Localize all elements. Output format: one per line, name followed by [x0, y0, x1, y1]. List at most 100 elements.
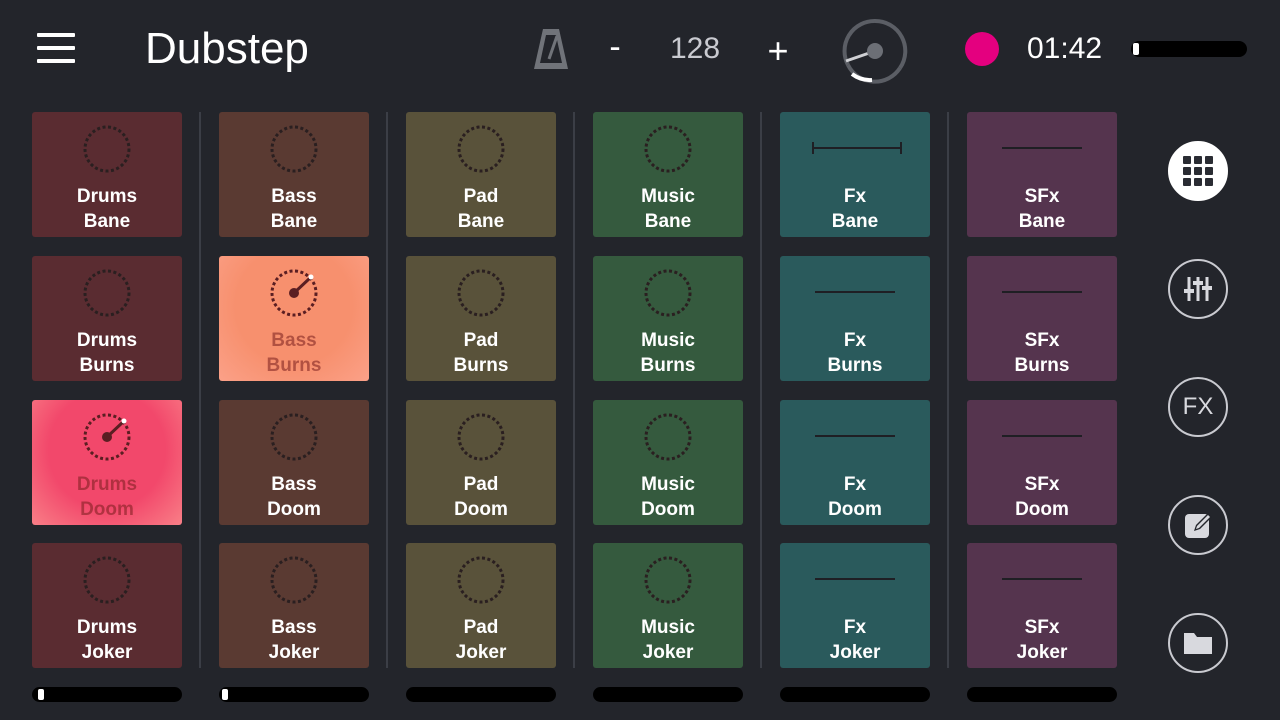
pad-label-instrument: Bass	[271, 186, 317, 207]
ring-icon	[457, 269, 505, 317]
pad-label-variant: Doom	[454, 499, 508, 520]
pad-bass-doom[interactable]: Bass Doom	[219, 400, 369, 525]
pad-sfx-doom[interactable]: SFx Doom	[967, 400, 1117, 525]
volume-slider-fx[interactable]	[780, 687, 930, 702]
volume-slider-drums[interactable]	[32, 687, 182, 702]
files-button[interactable]	[1168, 613, 1228, 673]
grid-icon	[1183, 156, 1213, 186]
pad-sfx-burns[interactable]: SFx Burns	[967, 256, 1117, 381]
pad-label-variant: Bane	[1018, 211, 1066, 232]
pad-pad-burns[interactable]: Pad Burns	[406, 256, 556, 381]
tempo-dial-icon[interactable]	[840, 16, 910, 86]
master-volume-slider[interactable]	[1131, 41, 1247, 57]
dial-icon	[270, 269, 318, 317]
dial-icon	[83, 413, 131, 461]
volume-slider-bass[interactable]	[219, 687, 369, 702]
pad-label-variant: Joker	[829, 642, 881, 663]
pad-label-instrument: SFx	[1024, 330, 1060, 351]
pad-label-variant: Bane	[644, 211, 692, 232]
pad-bass-burns[interactable]: Bass Burns	[219, 256, 369, 381]
ring-icon	[644, 556, 692, 604]
bracket-line-icon	[812, 142, 902, 154]
pad-music-burns[interactable]: Music Burns	[593, 256, 743, 381]
pad-label-instrument: Pad	[463, 186, 499, 207]
record-button[interactable]	[965, 32, 999, 66]
pad-label-variant: Doom	[267, 499, 321, 520]
pad-drums-doom[interactable]: Drums Doom	[32, 400, 182, 525]
pad-label-instrument: Drums	[76, 186, 138, 207]
pad-drums-burns[interactable]: Drums Burns	[32, 256, 182, 381]
pad-music-doom[interactable]: Music Doom	[593, 400, 743, 525]
fx-icon: FX	[1182, 393, 1214, 420]
pad-fx-bane[interactable]: Fx Bane	[780, 112, 930, 237]
ring-icon	[644, 413, 692, 461]
volume-thumb[interactable]	[37, 689, 44, 700]
edit-icon	[1185, 513, 1212, 538]
effects-button[interactable]: FX	[1168, 377, 1228, 437]
pad-label-instrument: Pad	[463, 330, 499, 351]
folder-icon	[1184, 633, 1212, 654]
pad-fx-burns[interactable]: Fx Burns	[780, 256, 930, 381]
pad-label-instrument: Music	[641, 330, 695, 351]
volume-slider-music[interactable]	[593, 687, 743, 702]
mixer-button[interactable]	[1168, 259, 1228, 319]
pad-bass-joker[interactable]: Bass Joker	[219, 543, 369, 668]
pad-label-instrument: Drums	[76, 617, 138, 638]
pad-label-instrument: Bass	[271, 330, 317, 351]
pad-fx-doom[interactable]: Fx Doom	[780, 400, 930, 525]
ring-icon	[83, 269, 131, 317]
ring-icon	[457, 125, 505, 173]
elapsed-time: 01:42	[1027, 32, 1103, 65]
grid-view-button[interactable]	[1168, 141, 1228, 201]
pad-sfx-bane[interactable]: SFx Bane	[967, 112, 1117, 237]
master-volume-thumb[interactable]	[1133, 43, 1139, 55]
column-divider	[386, 112, 388, 668]
pad-label-instrument: SFx	[1024, 186, 1060, 207]
ring-icon	[644, 269, 692, 317]
pad-label-instrument: Bass	[271, 474, 317, 495]
top-bar: Dubstep - 128 + 01:42	[0, 0, 1280, 100]
menu-icon[interactable]	[37, 33, 75, 63]
tempo-value: 128	[669, 32, 721, 65]
pad-bass-bane[interactable]: Bass Bane	[219, 112, 369, 237]
tempo-decrease-button[interactable]: -	[595, 28, 635, 67]
pad-label-variant: Doom	[80, 499, 134, 520]
line-icon	[815, 291, 895, 293]
ring-icon	[457, 556, 505, 604]
line-icon	[1002, 578, 1082, 580]
line-icon	[1002, 147, 1082, 149]
pad-label-variant: Joker	[1016, 642, 1068, 663]
pad-label-instrument: Pad	[463, 474, 499, 495]
pad-drums-bane[interactable]: Drums Bane	[32, 112, 182, 237]
volume-thumb[interactable]	[222, 689, 228, 700]
pad-label-variant: Joker	[81, 642, 133, 663]
pad-label-instrument: Drums	[76, 330, 138, 351]
volume-slider-sfx[interactable]	[967, 687, 1117, 702]
pad-drums-joker[interactable]: Drums Joker	[32, 543, 182, 668]
tempo-increase-button[interactable]: +	[758, 30, 798, 72]
edit-button[interactable]	[1168, 495, 1228, 555]
pad-music-bane[interactable]: Music Bane	[593, 112, 743, 237]
pad-sfx-joker[interactable]: SFx Joker	[967, 543, 1117, 668]
pad-label-variant: Doom	[828, 499, 882, 520]
pad-label-variant: Burns	[640, 355, 696, 376]
pad-fx-joker[interactable]: Fx Joker	[780, 543, 930, 668]
column-divider	[947, 112, 949, 668]
pad-label-instrument: Fx	[843, 474, 867, 495]
pad-label-variant: Joker	[455, 642, 507, 663]
volume-slider-pad[interactable]	[406, 687, 556, 702]
pad-label-instrument: Fx	[843, 186, 867, 207]
pad-label-instrument: Music	[641, 186, 695, 207]
metronome-icon[interactable]	[532, 26, 570, 72]
pad-label-instrument: Pad	[463, 617, 499, 638]
ring-icon	[270, 125, 318, 173]
pad-music-joker[interactable]: Music Joker	[593, 543, 743, 668]
pad-pad-joker[interactable]: Pad Joker	[406, 543, 556, 668]
line-icon	[1002, 435, 1082, 437]
pad-label-variant: Bane	[270, 211, 318, 232]
pad-label-instrument: Music	[641, 617, 695, 638]
pad-pad-doom[interactable]: Pad Doom	[406, 400, 556, 525]
pad-label-instrument: SFx	[1024, 617, 1060, 638]
page-title: Dubstep	[145, 24, 309, 73]
pad-pad-bane[interactable]: Pad Bane	[406, 112, 556, 237]
